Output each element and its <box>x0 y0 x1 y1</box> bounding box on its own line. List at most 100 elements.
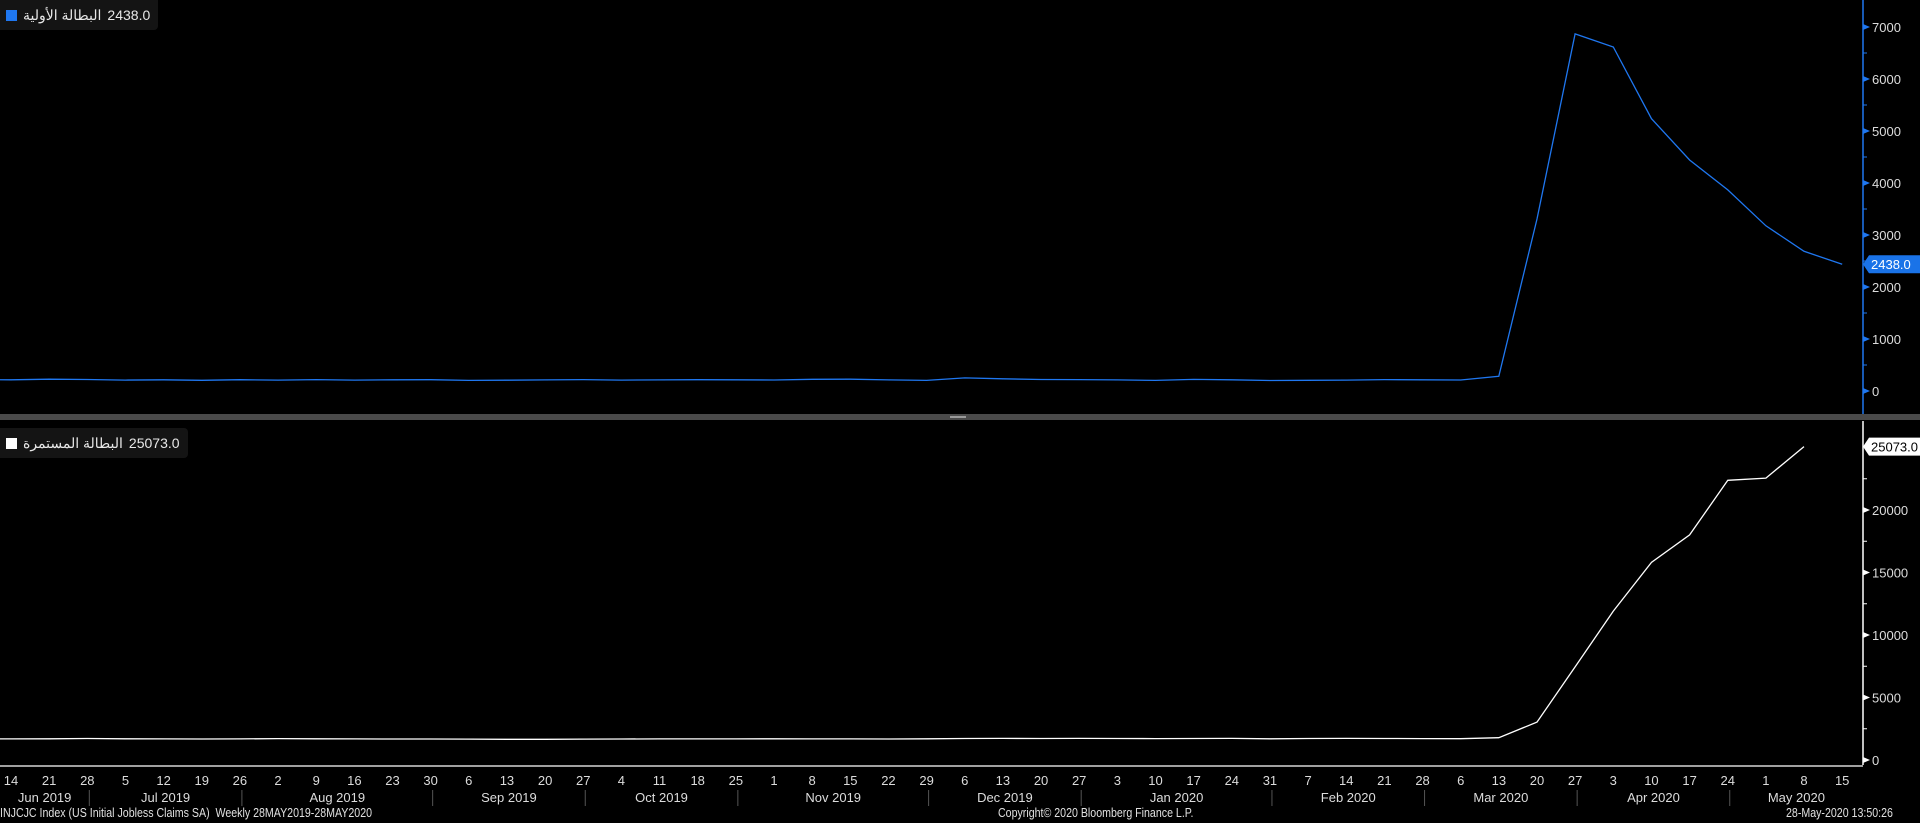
y-axis-tick-label: 5000 <box>1872 124 1901 139</box>
x-axis-month-label: May 2020 <box>1768 790 1825 805</box>
x-axis-tick-label: 13 <box>500 773 514 788</box>
x-axis-tick-label: 1 <box>1762 773 1769 788</box>
y-axis-tick-label: 3000 <box>1872 228 1901 243</box>
y-axis-tick-marker <box>1863 336 1870 342</box>
x-axis-tick-label: 27 <box>1568 773 1582 788</box>
legend-continuing-claims: البطالة المستمرة 25073.0 <box>0 428 188 458</box>
x-axis-month-label: Dec 2019 <box>977 790 1033 805</box>
legend-series-name: البطالة المستمرة <box>23 434 123 451</box>
x-axis-tick-label: 25 <box>729 773 743 788</box>
footer-copyright: Copyright© 2020 Bloomberg Finance L.P. <box>998 806 1194 820</box>
y-axis-tick-label: 7000 <box>1872 20 1901 35</box>
legend-initial-claims: البطالة الأولية 2438.0 <box>0 0 159 30</box>
x-axis-month-label: Jun 2019 <box>18 790 72 805</box>
y-axis-tick-marker <box>1863 24 1870 30</box>
y-axis-tick-marker <box>1863 76 1870 82</box>
x-axis-tick-label: 24 <box>1721 773 1735 788</box>
x-axis-tick-label: 21 <box>42 773 56 788</box>
x-axis-tick-label: 19 <box>195 773 209 788</box>
x-axis-tick-label: 15 <box>843 773 857 788</box>
x-axis-tick-label: 26 <box>233 773 247 788</box>
x-axis-tick-label: 3 <box>1610 773 1617 788</box>
x-axis-tick-label: 28 <box>1415 773 1429 788</box>
x-axis-tick-label: 1 <box>770 773 777 788</box>
x-axis-tick-label: 14 <box>1339 773 1353 788</box>
x-axis-tick-label: 6 <box>961 773 968 788</box>
x-axis-tick-label: 17 <box>1682 773 1696 788</box>
y-axis-tick-marker <box>1863 632 1870 638</box>
x-axis-tick-label: 27 <box>1072 773 1086 788</box>
x-axis-tick-label: 9 <box>313 773 320 788</box>
x-axis-month-label: Jan 2020 <box>1150 790 1204 805</box>
y-axis-tick-marker <box>1863 694 1870 701</box>
y-axis-tick-marker <box>1863 388 1870 394</box>
x-axis-tick-label: 8 <box>1800 773 1807 788</box>
last-value-label: 25073.0 <box>1871 440 1918 455</box>
series-line <box>0 446 1805 740</box>
x-axis-tick-label: 13 <box>996 773 1010 788</box>
y-axis-tick-marker <box>1863 128 1870 134</box>
x-axis-tick-label: 17 <box>1186 773 1200 788</box>
x-axis-tick-label: 20 <box>1034 773 1048 788</box>
x-axis-month-label: Oct 2019 <box>635 790 688 805</box>
x-axis-month-label: Feb 2020 <box>1321 790 1376 805</box>
x-axis-tick-label: 10 <box>1644 773 1658 788</box>
x-axis-month-label: Nov 2019 <box>805 790 861 805</box>
x-axis-tick-label: 8 <box>809 773 816 788</box>
x-axis-tick-label: 6 <box>1457 773 1464 788</box>
x-axis-tick-label: 13 <box>1492 773 1506 788</box>
x-axis-tick-label: 22 <box>881 773 895 788</box>
divider-handle <box>950 416 966 418</box>
series-line <box>0 33 1843 382</box>
x-axis-month-label: Mar 2020 <box>1473 790 1528 805</box>
x-axis-tick-label: 14 <box>4 773 18 788</box>
legend-series-value: 25073.0 <box>128 435 180 451</box>
y-axis-tick-label: 0 <box>1872 384 1879 399</box>
y-axis-tick-marker <box>1863 507 1870 513</box>
legend-swatch-white <box>6 437 17 449</box>
y-axis-tick-marker <box>1863 232 1870 238</box>
x-axis-tick-label: 2 <box>274 773 281 788</box>
x-axis-tick-label: 12 <box>156 773 170 788</box>
x-axis-tick-label: 11 <box>653 773 667 788</box>
legend-swatch-blue <box>6 9 17 21</box>
x-axis-tick-label: 6 <box>465 773 472 788</box>
x-axis-tick-label: 31 <box>1263 773 1277 788</box>
x-axis-tick-label: 4 <box>618 773 625 788</box>
y-axis-tick-label: 5000 <box>1872 691 1901 706</box>
x-axis-tick-label: 23 <box>385 773 399 788</box>
y-axis-tick-marker <box>1863 569 1870 576</box>
x-axis-tick-label: 20 <box>1530 773 1544 788</box>
x-axis-tick-label: 10 <box>1148 773 1162 788</box>
y-axis-tick-marker <box>1863 284 1870 290</box>
legend-series-name: البطالة الأولية <box>23 6 102 23</box>
x-axis-tick-label: 16 <box>347 773 361 788</box>
legend-series-value: 2438.0 <box>107 7 151 23</box>
y-axis-tick-marker <box>1863 757 1870 763</box>
x-axis-month-label: Apr 2020 <box>1627 790 1680 805</box>
x-axis-tick-label: 18 <box>690 773 704 788</box>
x-axis-tick-label: 5 <box>122 773 129 788</box>
y-axis-tick-label: 6000 <box>1872 72 1901 87</box>
y-axis-tick-label: 20000 <box>1872 503 1908 518</box>
x-axis-tick-label: 28 <box>80 773 94 788</box>
x-axis-tick-label: 21 <box>1377 773 1391 788</box>
x-axis-month-label: Jul 2019 <box>141 790 190 805</box>
footer-timestamp: 28-May-2020 13:50:26 <box>1786 806 1893 820</box>
y-axis-tick-label: 4000 <box>1872 176 1901 191</box>
y-axis-tick-label: 0 <box>1872 753 1879 768</box>
x-axis-tick-label: 29 <box>919 773 933 788</box>
x-axis-tick-label: 3 <box>1114 773 1121 788</box>
x-axis-tick-label: 27 <box>576 773 590 788</box>
y-axis-tick-label: 1000 <box>1872 332 1901 347</box>
x-axis-tick-label: 7 <box>1304 773 1311 788</box>
last-value-label: 2438.0 <box>1871 257 1911 272</box>
x-axis-tick-label: 15 <box>1835 773 1849 788</box>
chart-canvas: 0 1000 2000 3000 4000 5000 6000 7000 2438.0 0 5000… <box>0 0 1920 806</box>
x-axis-tick-label: 24 <box>1225 773 1239 788</box>
x-axis-tick-label: 20 <box>538 773 552 788</box>
x-axis-month-label: Aug 2019 <box>309 790 365 805</box>
y-axis-tick-label: 2000 <box>1872 280 1901 295</box>
footer-index-info: INJCJC Index (US Initial Jobless Claims … <box>0 806 373 820</box>
y-axis-tick-label: 15000 <box>1872 566 1908 581</box>
